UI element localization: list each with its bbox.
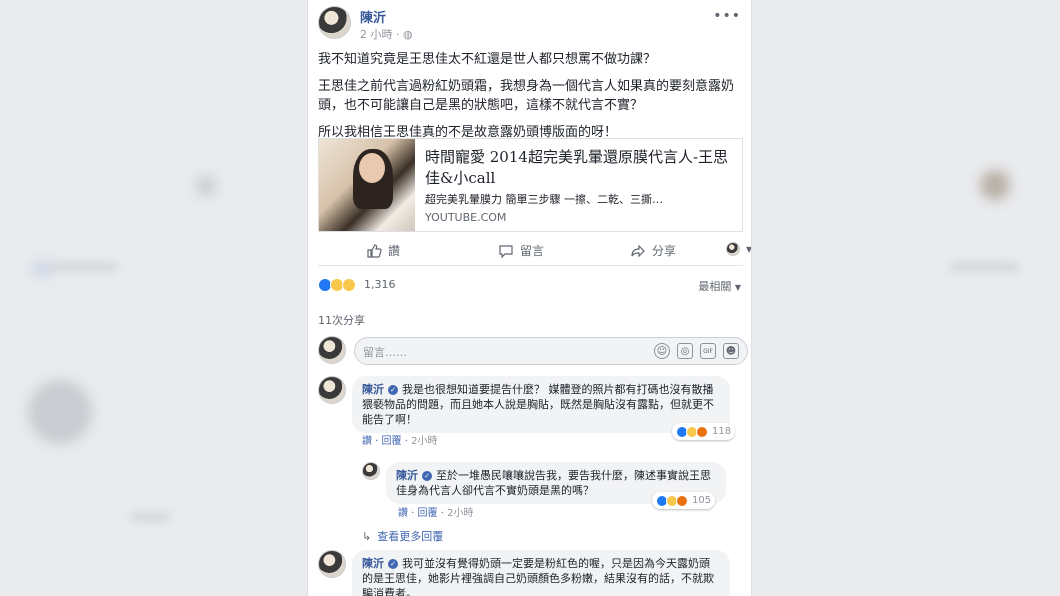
- commenter-avatar[interactable]: [362, 462, 380, 480]
- reply-comment: 陳沂 ✓ 至於一堆愚民嚷嚷說告我，要告我什麼，陳述事實說王思佳身為代言人卻代言不實奶…: [362, 462, 743, 519]
- verified-badge-icon: ✓: [422, 471, 432, 481]
- audience-selector[interactable]: ▼: [726, 242, 752, 256]
- composer-tools: ☺ ◎ GIF ☻: [654, 343, 739, 359]
- comment-bubble: 陳沂 ✓ 我是也很想知道要提告什麼？ 媒體登的照片都有打碼也沒有散播猥褻物品的問題，…: [352, 376, 730, 433]
- like-button[interactable]: 讚: [366, 242, 400, 259]
- angry-reaction-icon: [696, 425, 708, 438]
- post-time[interactable]: 2 小時 · ◍: [360, 26, 413, 42]
- view-more-replies[interactable]: ↳ 查看更多回覆: [362, 528, 443, 544]
- shares-count[interactable]: 11次分享: [318, 312, 365, 328]
- comment-time[interactable]: 2小時: [447, 508, 473, 519]
- facebook-post: 陳沂 2 小時 · ◍ ••• 我不知道究竟是王思佳太不紅還是世人都只想罵不做功…: [307, 0, 752, 596]
- comment-input[interactable]: 留言…… ☺ ◎ GIF ☻: [354, 337, 748, 365]
- like-label: 讚: [388, 244, 401, 258]
- user-avatar-small: [726, 242, 740, 256]
- comment-button[interactable]: 留言: [498, 242, 544, 259]
- blurred-avatar-right-2: [196, 176, 216, 196]
- gif-icon[interactable]: GIF: [700, 343, 716, 359]
- commenter-avatar[interactable]: [318, 376, 346, 404]
- post-body: 我不知道究竟是王思佳太不紅還是世人都只想罵不做功課？ 王思佳之前代言過粉紅奶頭霜…: [318, 50, 743, 150]
- link-description: 超完美乳暈膜力 簡單三步驟 一擦、二乾、三撕…: [425, 193, 663, 206]
- blurred-text-right: [950, 262, 1020, 272]
- share-label: 分享: [652, 244, 677, 258]
- globe-icon: ◍: [403, 28, 413, 41]
- share-arrow-icon: [631, 244, 645, 257]
- link-preview-card[interactable]: 時間寵愛 2014超完美乳暈還原膜代言人-王思佳&小call 超完美乳暈膜力 簡…: [318, 138, 743, 232]
- video-thumbnail[interactable]: [319, 139, 415, 231]
- commenter-name[interactable]: 陳沂: [362, 557, 384, 570]
- post-actions: 讚 留言 分享 ▼: [318, 236, 751, 266]
- author-avatar[interactable]: [318, 6, 351, 39]
- link-domain: YOUTUBE.COM: [425, 211, 507, 224]
- chevron-down-icon: ▼: [746, 244, 752, 254]
- post-paragraph: 我不知道究竟是王思佳太不紅還是世人都只想罵不做功課？: [318, 52, 657, 67]
- post-header: 陳沂 2 小時 · ◍ •••: [318, 6, 743, 42]
- comment: 陳沂 ✓ 我可並沒有覺得奶頭一定要是粉紅色的喔，只是因為今天露奶頭的是王思佳，她影片…: [318, 550, 743, 596]
- share-button[interactable]: 分享: [630, 242, 676, 259]
- comment-reactions[interactable]: 118: [672, 423, 736, 440]
- reactions-summary[interactable]: 1,316 最相關 ▼: [318, 278, 743, 294]
- angry-reaction-icon: [676, 494, 688, 507]
- wow-reaction-icon: [342, 278, 356, 292]
- comment-like-link[interactable]: 讚: [398, 508, 408, 519]
- commenter-name[interactable]: 陳沂: [396, 469, 418, 482]
- reply-arrow-icon: ↳: [362, 529, 372, 543]
- thumbs-up-icon: [367, 243, 382, 258]
- comment-reply-link[interactable]: 回覆: [382, 436, 402, 447]
- emoji-icon[interactable]: ☺: [654, 343, 670, 359]
- commenter-avatar[interactable]: [318, 550, 346, 578]
- comment-like-link[interactable]: 讚: [362, 436, 372, 447]
- author-name[interactable]: 陳沂: [360, 7, 386, 26]
- commenter-name[interactable]: 陳沂: [362, 383, 384, 396]
- comment-text: 我可並沒有覺得奶頭一定要是粉紅色的喔，只是因為今天露奶頭的是王思佳，她影片裡強調…: [362, 557, 714, 596]
- current-user-avatar: [318, 336, 346, 364]
- comment-placeholder: 留言……: [363, 346, 407, 359]
- comment-time[interactable]: 2小時: [411, 436, 437, 447]
- reactions-count[interactable]: 1,316: [364, 278, 396, 291]
- sort-dropdown[interactable]: 最相關 ▼: [698, 278, 741, 294]
- comment: 陳沂 ✓ 我是也很想知道要提告什麼？ 媒體登的照片都有打碼也沒有散播猥褻物品的問題，…: [318, 376, 743, 448]
- comment-bubble: 陳沂 ✓ 我可並沒有覺得奶頭一定要是粉紅色的喔，只是因為今天露奶頭的是王思佳，她影片…: [352, 550, 730, 596]
- comment-reactions[interactable]: 105: [652, 492, 716, 509]
- blurred-avatar-right: [980, 170, 1010, 200]
- comment-bubble-icon: [499, 244, 513, 258]
- sticker-icon[interactable]: ☻: [723, 343, 739, 359]
- comment-reply-link[interactable]: 回覆: [418, 508, 438, 519]
- comment-composer: 留言…… ☺ ◎ GIF ☻: [318, 336, 748, 366]
- blurred-avatar-left: [28, 380, 92, 444]
- camera-icon[interactable]: ◎: [677, 343, 693, 359]
- verified-badge-icon: ✓: [388, 385, 398, 395]
- comment-meta: 讚 · 回覆 · 2小時: [398, 508, 474, 519]
- caret-down-icon: ▼: [734, 283, 741, 292]
- post-paragraph: 王思佳之前代言過粉紅奶頭霜，我想身為一個代言人如果真的要刻意露奶頭，也不可能讓自…: [318, 79, 735, 113]
- link-title[interactable]: 時間寵愛 2014超完美乳暈還原膜代言人-王思佳&小call: [425, 147, 735, 189]
- comment-label: 留言: [520, 244, 545, 258]
- verified-badge-icon: ✓: [388, 559, 398, 569]
- blurred-text-left-2: [130, 512, 170, 522]
- more-options-icon[interactable]: •••: [713, 8, 741, 24]
- blurred-text-left: [48, 262, 118, 272]
- comment-meta: 讚 · 回覆 · 2小時: [362, 436, 438, 447]
- comment-text: 我是也很想知道要提告什麼？ 媒體登的照片都有打碼也沒有散播猥褻物品的問題，而且她…: [362, 383, 714, 426]
